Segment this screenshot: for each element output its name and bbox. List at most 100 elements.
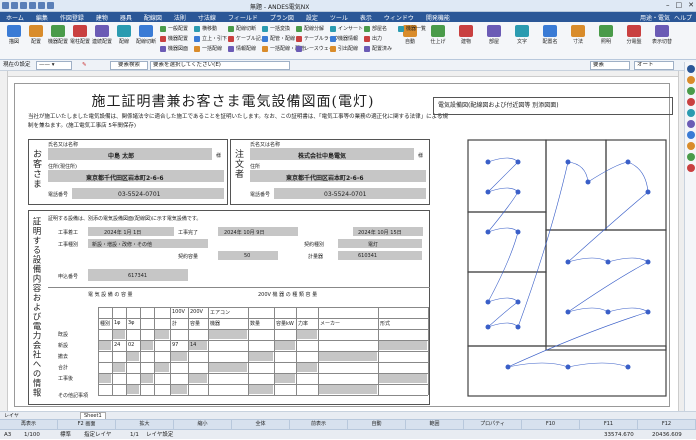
- menu-item-10[interactable]: 設定: [300, 13, 324, 22]
- ribbon-button-15[interactable]: 分電盤: [624, 24, 644, 45]
- side-tool-icon-1[interactable]: [686, 76, 695, 84]
- wire-path[interactable]: [507, 362, 569, 368]
- undo-icon[interactable]: [38, 2, 45, 9]
- fixture-symbol[interactable]: [515, 299, 521, 305]
- fixture-symbol[interactable]: [645, 189, 651, 195]
- fkey-10[interactable]: F10: [522, 420, 580, 429]
- table-cell[interactable]: [127, 385, 139, 394]
- wire-path[interactable]: [567, 261, 649, 313]
- menu-item-9[interactable]: プラン図: [264, 13, 300, 22]
- side-tool-icon-2[interactable]: [686, 87, 695, 95]
- table-cell[interactable]: [141, 374, 153, 383]
- fkey-7[interactable]: 自動: [348, 420, 406, 429]
- fkey-6[interactable]: 前表示: [290, 420, 348, 429]
- side-tool-icon-7[interactable]: [686, 142, 695, 150]
- ribbon-button-3[interactable]: 電柱配置: [70, 24, 90, 45]
- fixture-symbol[interactable]: [485, 324, 491, 330]
- mode-select[interactable]: 要素: [590, 61, 630, 70]
- table-cell[interactable]: [209, 330, 247, 339]
- fkey-1[interactable]: 再表示: [0, 420, 58, 429]
- fixture-symbol[interactable]: [515, 229, 521, 235]
- fixture-symbol[interactable]: [625, 159, 631, 165]
- meter-field[interactable]: [338, 251, 422, 260]
- fkey-9[interactable]: プロパティ: [464, 420, 522, 429]
- element-search-button[interactable]: 要素検索: [110, 61, 148, 70]
- table-cell[interactable]: [379, 374, 427, 383]
- wire-path[interactable]: [567, 191, 649, 263]
- table-cell[interactable]: [209, 363, 247, 372]
- auto-select[interactable]: オート: [634, 61, 674, 70]
- fixture-symbol[interactable]: [485, 189, 491, 195]
- ribbon-small-4[interactable]: 立上・引下: [194, 35, 227, 42]
- ribbon-small-3[interactable]: 横移動: [194, 25, 217, 32]
- table-cell[interactable]: [171, 385, 187, 394]
- ribbon-small-15[interactable]: インサート: [330, 25, 363, 32]
- ribbon-button-10[interactable]: 部屋: [484, 24, 504, 45]
- fixture-symbol[interactable]: [565, 259, 571, 265]
- user-menu[interactable]: 用途・電気: [640, 13, 670, 22]
- table-cell[interactable]: [297, 363, 317, 372]
- fixture-symbol[interactable]: [645, 259, 651, 265]
- drawing-canvas[interactable]: 施工証明書兼お客さま電気設備図面(電灯) 当社が施工いたしました電気設備は、関係…: [8, 77, 678, 411]
- menu-item-8[interactable]: フィールド: [222, 13, 264, 22]
- layer-tab-label[interactable]: レイヤ: [4, 412, 19, 419]
- line-style-select[interactable]: —— ▾: [36, 61, 72, 70]
- wire-path[interactable]: [487, 227, 519, 233]
- fixture-symbol[interactable]: [565, 159, 571, 165]
- fixture-symbol[interactable]: [515, 189, 521, 195]
- side-tool-icon-6[interactable]: [686, 131, 695, 139]
- help-menu[interactable]: ヘルプ: [674, 13, 692, 22]
- table-cell[interactable]: [113, 363, 125, 372]
- ribbon-button-14[interactable]: 照明: [596, 24, 616, 45]
- open-icon[interactable]: [11, 2, 18, 9]
- fixture-symbol[interactable]: [585, 179, 591, 185]
- fixture-symbol[interactable]: [515, 324, 521, 330]
- wire-path[interactable]: [567, 161, 589, 183]
- redo-icon[interactable]: [47, 2, 54, 9]
- ribbon-small-7[interactable]: ケーブル記入: [228, 35, 266, 42]
- maximize-icon[interactable]: □: [676, 1, 683, 9]
- ribbon-small-21[interactable]: 機器一覧: [398, 25, 426, 32]
- wire-path[interactable]: [487, 297, 519, 303]
- ribbon-button-1[interactable]: 配置: [26, 24, 46, 45]
- table-cell[interactable]: [113, 330, 125, 339]
- fkey-2[interactable]: F2 画面: [58, 420, 116, 429]
- fkey-4[interactable]: 縮小: [174, 420, 232, 429]
- fixture-symbol[interactable]: [485, 229, 491, 235]
- fixture-symbol[interactable]: [515, 159, 521, 165]
- save-icon[interactable]: [20, 2, 27, 9]
- ribbon-button-5[interactable]: 配線: [114, 24, 134, 45]
- ribbon-small-6[interactable]: 配線切断: [228, 25, 256, 32]
- wire-path[interactable]: [487, 231, 519, 303]
- fixture-symbol[interactable]: [505, 364, 511, 370]
- wire-path[interactable]: [587, 161, 629, 183]
- menu-item-7[interactable]: 寸法線: [192, 13, 222, 22]
- wire-path[interactable]: [607, 307, 649, 313]
- ribbon-small-19[interactable]: 出力: [364, 35, 382, 42]
- side-tool-icon-9[interactable]: [686, 164, 695, 172]
- ribbon-button-2[interactable]: 機器配置: [48, 24, 68, 45]
- table-cell[interactable]: [275, 341, 295, 350]
- wire-path[interactable]: [627, 161, 649, 193]
- table-cell[interactable]: [319, 385, 377, 394]
- ribbon-small-10[interactable]: 配管・配線: [262, 35, 295, 42]
- wire-path[interactable]: [607, 257, 649, 263]
- wire-path[interactable]: [487, 322, 519, 328]
- ribbon-small-1[interactable]: 機器配置: [160, 35, 188, 42]
- ribbon-button-9[interactable]: 建物: [456, 24, 476, 45]
- table-cell[interactable]: [127, 352, 139, 361]
- table-cell[interactable]: [275, 374, 295, 383]
- ribbon-small-18[interactable]: 部屋名: [364, 25, 387, 32]
- side-tool-icon-8[interactable]: [686, 153, 695, 161]
- menu-item-4[interactable]: 器具: [114, 13, 138, 22]
- menu-item-0[interactable]: ホーム: [0, 13, 30, 22]
- menu-item-14[interactable]: 開発機能: [420, 13, 456, 22]
- menu-item-5[interactable]: 配線図: [138, 13, 168, 22]
- fixture-symbol[interactable]: [565, 364, 571, 370]
- side-tool-icon-3[interactable]: [686, 98, 695, 106]
- fixture-symbol[interactable]: [605, 309, 611, 315]
- table-cell[interactable]: [249, 352, 273, 361]
- fkey-12[interactable]: F12: [638, 420, 696, 429]
- ribbon-small-9[interactable]: 一括変換: [262, 25, 290, 32]
- table-cell[interactable]: [99, 341, 111, 350]
